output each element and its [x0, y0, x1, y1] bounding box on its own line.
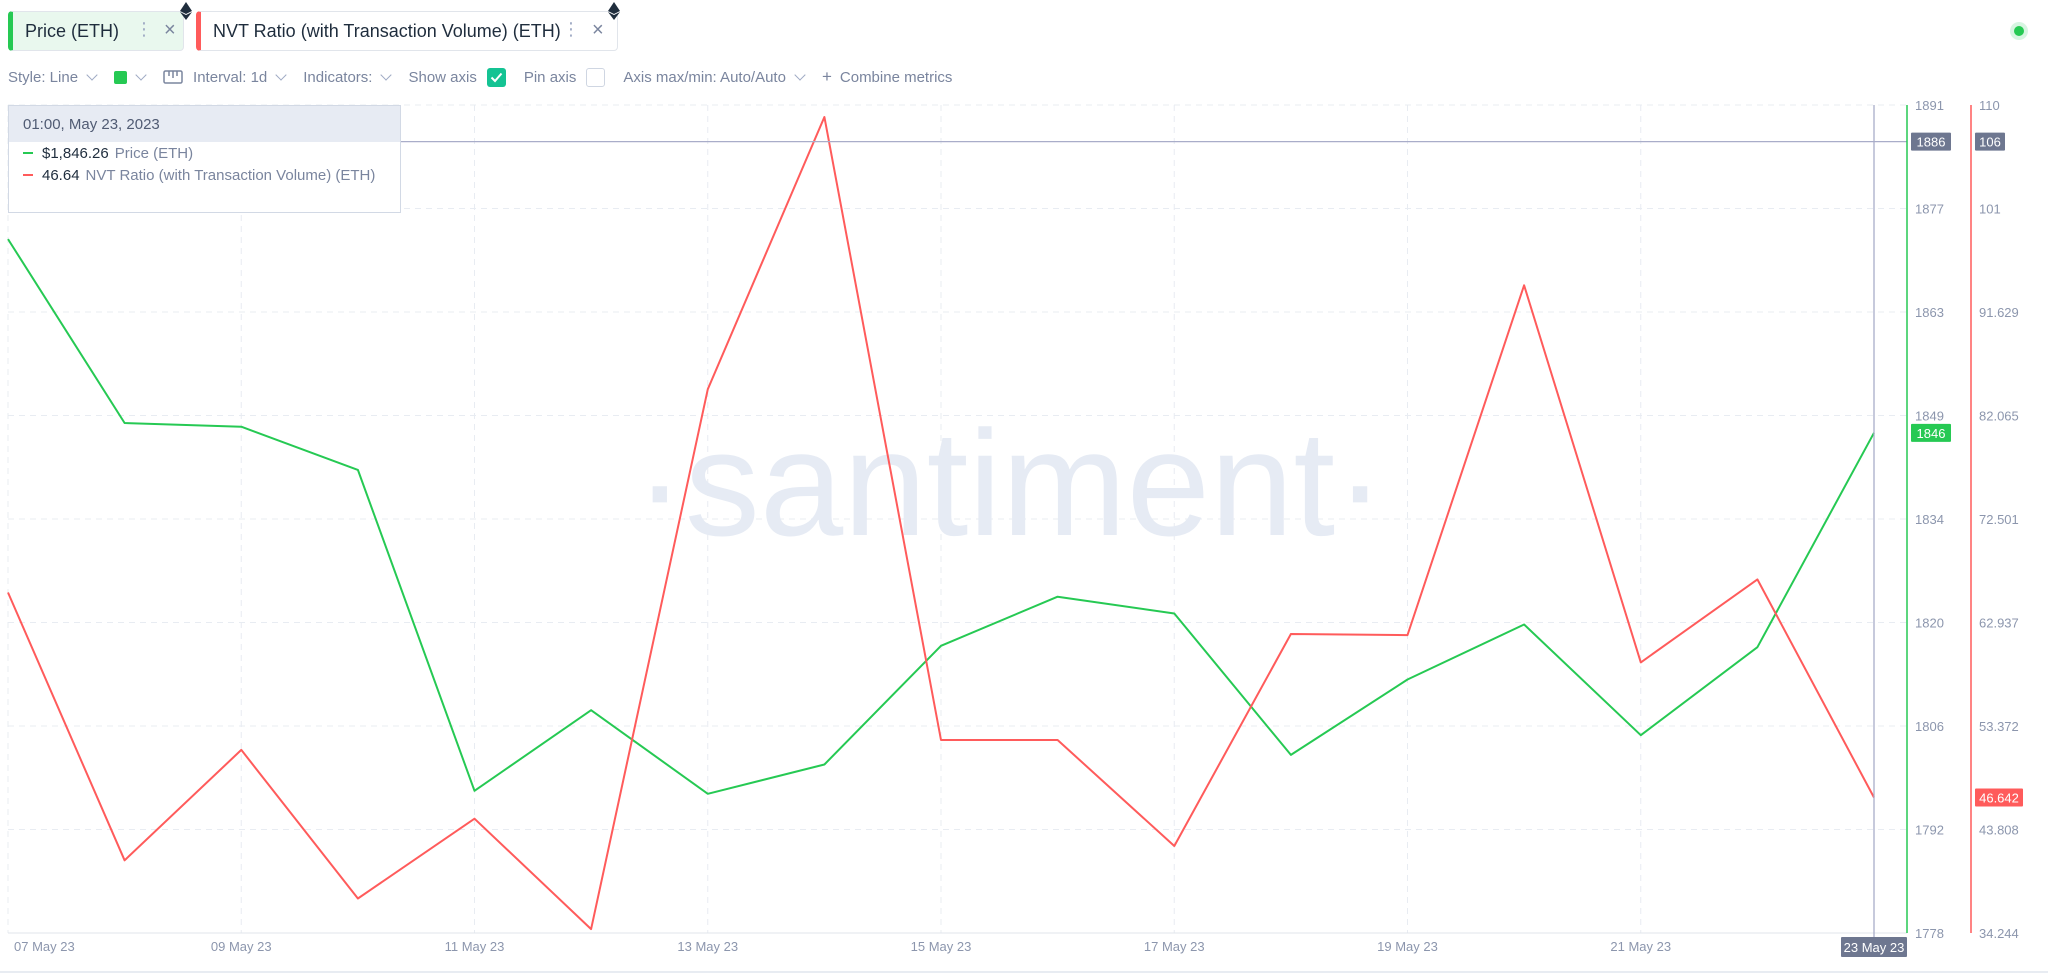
last-price-badge-bg — [1911, 423, 1951, 442]
crosshair-price-badge: 1886 — [1911, 132, 1951, 151]
series-layer — [7, 116, 1875, 931]
tooltip-row-price: $1,846.26 Price (ETH) — [9, 142, 400, 164]
indicators-label: Indicators: — [303, 68, 373, 86]
price-axis-tick-label: 1834 — [1915, 512, 1944, 527]
x-axis-tick-label: 17 May 23 — [1144, 939, 1205, 954]
chevron-down-icon — [380, 68, 393, 81]
nvt-axis-tick-label: 91.629 — [1979, 305, 2019, 320]
color-dropdown[interactable] — [114, 68, 147, 84]
crosshair-nvt-badge-bg — [1975, 132, 2005, 151]
nvt-axis-tick-label: 34.244 — [1979, 926, 2019, 941]
x-axis-tick-label: 13 May 23 — [677, 939, 738, 954]
chevron-down-icon — [275, 68, 287, 81]
interval-label: Interval: 1d — [193, 68, 268, 86]
chevron-down-icon — [794, 68, 806, 81]
x-axis-tick-label: 09 May 23 — [211, 939, 272, 954]
series-color-swatch — [23, 152, 33, 154]
ethereum-icon — [608, 2, 620, 20]
price-axis-tick-label: 1877 — [1915, 202, 1944, 217]
checkmark-icon — [490, 72, 503, 82]
axes: 1778 1792 1806 1820 1834 1849 1863 1877 1891 34.2… — [0, 98, 2048, 973]
nvt-axis-tick-label: 72.501 — [1979, 512, 2019, 527]
tooltip-metric-name: NVT Ratio (with Transaction Volume) (ETH… — [85, 166, 376, 184]
price-axis-tick-label: 1849 — [1915, 409, 1944, 424]
chart-tooltip: 01:00, May 23, 2023 $1,846.26 Price (ETH… — [8, 105, 401, 213]
pin-axis-toggle[interactable]: Pin axis — [523, 67, 606, 87]
tooltip-date: 01:00, May 23, 2023 — [9, 106, 400, 142]
crosshair-nvt-badge: 106 — [1975, 132, 2005, 151]
show-axis-checkbox[interactable] — [486, 67, 506, 87]
ethereum-icon — [180, 2, 192, 20]
pin-axis-checkbox[interactable] — [586, 67, 606, 87]
metric-chip-nvt[interactable]: NVT Ratio (with Transaction Volume) (ETH… — [196, 2, 620, 51]
chart-toolbar: Style: Line Interval: 1d Indicators: Sho… — [8, 62, 970, 92]
chevron-down-icon — [86, 68, 98, 81]
crosshair-nvt-badge-text: 106 — [1979, 135, 2001, 150]
indicators-dropdown[interactable]: Indicators: — [303, 68, 393, 86]
style-label: Style: Line — [8, 68, 79, 86]
axis-maxmin-dropdown[interactable]: Axis max/min: Auto/Auto — [623, 68, 806, 86]
chevron-down-icon — [135, 68, 147, 81]
x-axis-tick-label: 15 May 23 — [911, 939, 972, 954]
combine-metrics-button[interactable]: + Combine metrics — [822, 67, 952, 87]
kebab-menu-icon[interactable]: ⋮ — [562, 19, 580, 40]
x-axis-tick-label: 07 May 23 — [14, 939, 75, 954]
close-icon[interactable]: × — [164, 19, 176, 42]
nvt-line — [7, 116, 1875, 931]
series-color-swatch — [23, 174, 33, 176]
live-status-icon — [2010, 22, 2028, 40]
price-axis-tick-label: 1891 — [1915, 98, 1944, 113]
tooltip-value: 46.64 — [42, 166, 80, 184]
nvt-axis-tick-label: 110 — [1979, 98, 2000, 113]
metric-chip-price[interactable]: Price (ETH) ⋮ × — [8, 2, 192, 51]
last-nvt-badge-text: 46.642 — [1979, 790, 2019, 805]
tooltip-metric-name: Price (ETH) — [114, 144, 194, 162]
x-axis-tick-label: 21 May 23 — [1610, 939, 1671, 954]
price-axis-tick-label: 1792 — [1915, 823, 1944, 838]
crosshair-price-badge-text: 1886 — [1917, 135, 1946, 150]
style-dropdown[interactable]: Style: Line — [8, 68, 98, 86]
x-axis-tick-label: 23 May 23 — [1844, 939, 1905, 954]
x-axis-tick-label: 19 May 23 — [1377, 939, 1438, 954]
price-line — [7, 238, 1875, 795]
crosshair-date-bg — [1841, 937, 1907, 957]
tooltip-value: $1,846.26 — [42, 144, 109, 162]
kebab-menu-icon[interactable]: ⋮ — [135, 19, 153, 40]
metric-label: Price (ETH) — [25, 20, 119, 41]
price-axis-tick-label: 1806 — [1915, 719, 1944, 734]
ruler-icon — [163, 70, 183, 84]
line-color-swatch — [114, 70, 128, 84]
grid — [7, 104, 1907, 934]
pin-axis-label: Pin axis — [523, 68, 577, 86]
nvt-axis-tick-label: 82.065 — [1979, 409, 2019, 424]
nvt-axis-tick-label: 62.937 — [1979, 616, 2019, 631]
show-axis-toggle[interactable]: Show axis — [408, 67, 506, 87]
interval-dropdown[interactable]: Interval: 1d — [163, 68, 287, 86]
last-price-badge-text: 1846 — [1917, 426, 1946, 441]
nvt-axis-tick-label: 101 — [1979, 202, 2001, 217]
last-nvt-badge-bg — [1975, 788, 2023, 807]
axis-maxmin-label: Axis max/min: Auto/Auto — [623, 68, 786, 86]
close-icon[interactable]: × — [592, 19, 604, 42]
santiment-watermark: ·santiment· — [635, 399, 1385, 567]
price-axis-tick-label: 1778 — [1915, 926, 1944, 941]
last-price-badge: 1846 — [1911, 423, 1951, 442]
x-axis-tick-label: 11 May 23 — [445, 939, 505, 954]
metric-label: NVT Ratio (with Transaction Volume) (ETH… — [213, 20, 561, 41]
crosshair-date-text: 23 May 23 — [1844, 940, 1905, 955]
nvt-axis-tick-label: 43.808 — [1979, 823, 2019, 838]
price-axis-tick-label: 1820 — [1915, 616, 1944, 631]
plus-icon: + — [821, 67, 832, 86]
crosshair-price-badge-bg — [1911, 132, 1951, 151]
crosshair-date-badge: 23 May 23 — [1841, 937, 1907, 957]
nvt-axis-tick-label: 53.372 — [1979, 719, 2019, 734]
last-nvt-badge: 46.642 — [1975, 788, 2023, 807]
combine-metrics-label: Combine metrics — [839, 68, 953, 86]
show-axis-label: Show axis — [408, 68, 477, 86]
tooltip-row-nvt: 46.64 NVT Ratio (with Transaction Volume… — [9, 164, 400, 186]
price-axis-tick-label: 1863 — [1915, 305, 1944, 320]
